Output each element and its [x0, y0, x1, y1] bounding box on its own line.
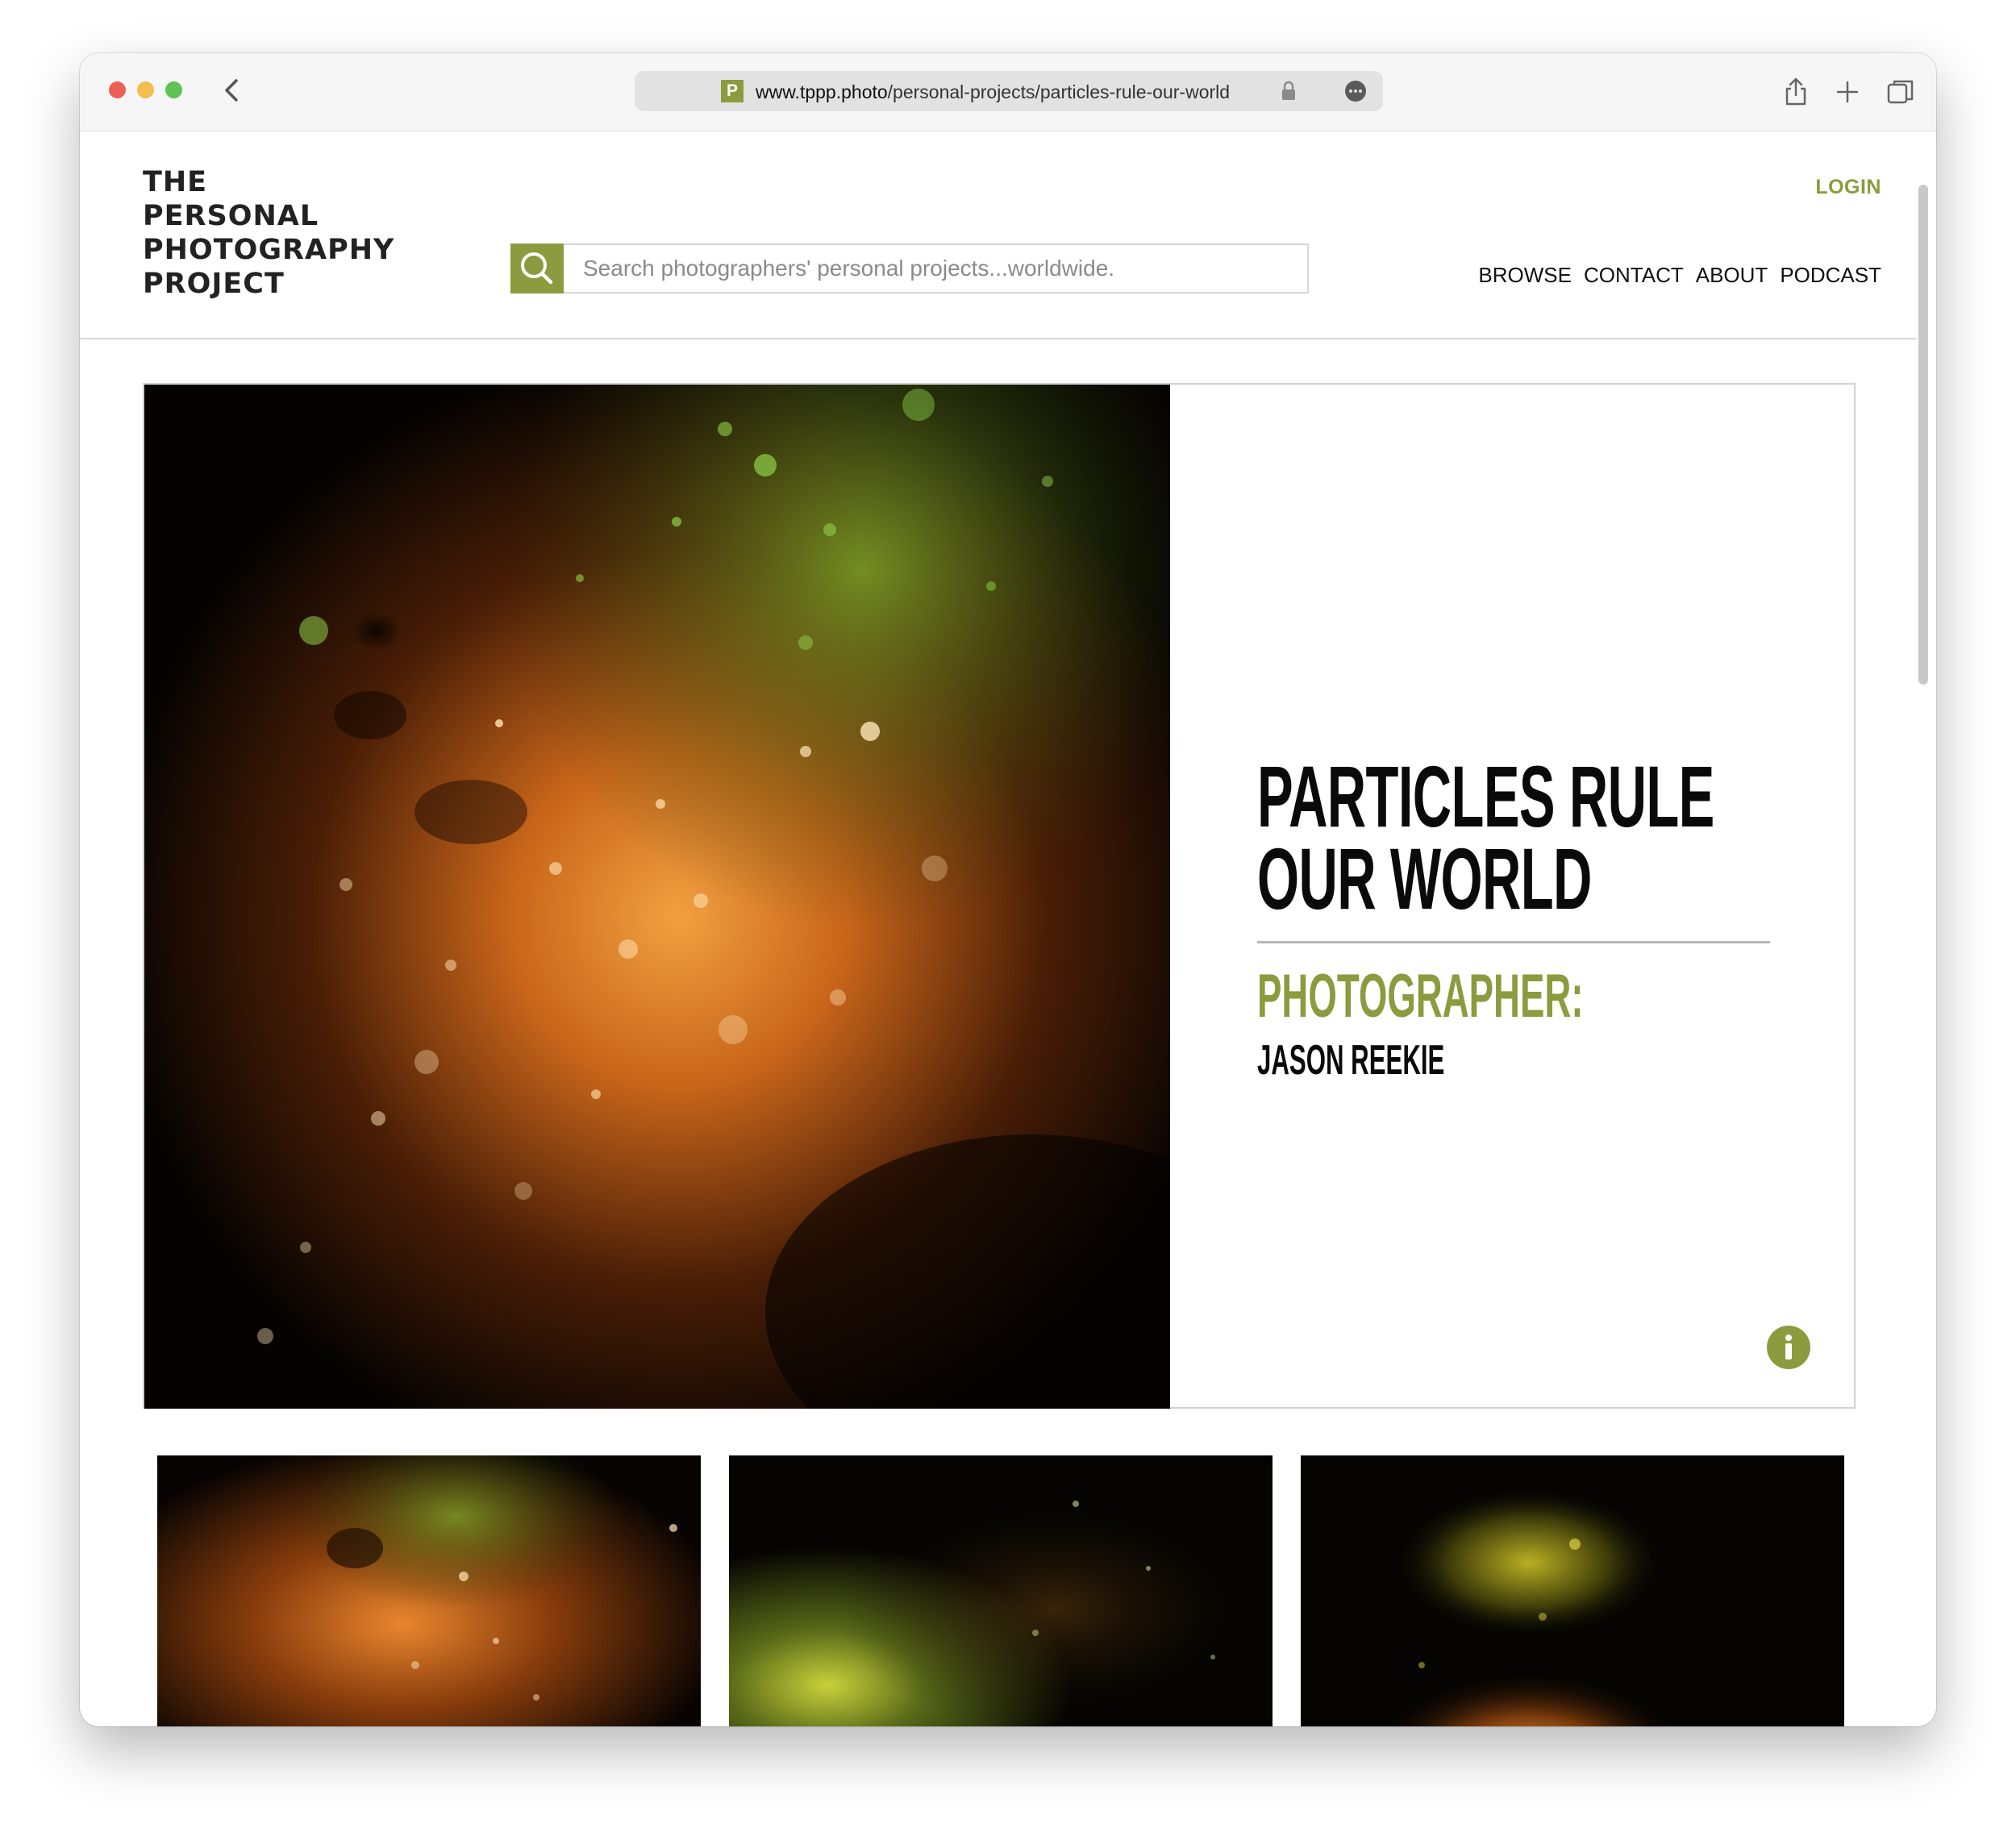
header-divider	[80, 338, 1917, 339]
nav-podcast[interactable]: PODCAST	[1780, 263, 1881, 288]
browser-window: P www.tppp.photo/personal-projects/parti…	[80, 53, 1936, 1726]
address-bar[interactable]: P www.tppp.photo/personal-projects/parti…	[635, 71, 1383, 111]
lock-icon	[1282, 81, 1295, 100]
tabs-icon[interactable]	[1885, 76, 1917, 108]
more-icon[interactable]	[1344, 80, 1367, 102]
login-link[interactable]: LOGIN	[1815, 176, 1881, 199]
web-page: THE PERSONAL PHOTOGRAPHY PROJECT LOGIN B…	[80, 131, 1936, 1726]
project-thumbnail[interactable]	[157, 1455, 701, 1726]
project-title: PARTICLES RULE OUR WORLD	[1257, 747, 1714, 927]
photographer-name[interactable]: JASON REEKIE	[1257, 1036, 1444, 1085]
site-favicon: P	[721, 80, 744, 102]
hero-photo[interactable]	[144, 385, 1170, 1409]
main-nav: BROWSE CONTACT ABOUT PODCAST	[1478, 263, 1881, 288]
info-button[interactable]	[1767, 1326, 1810, 1369]
project-thumbnail[interactable]	[1301, 1455, 1844, 1726]
browser-toolbar: P www.tppp.photo/personal-projects/parti…	[80, 53, 1936, 131]
search-icon	[521, 252, 553, 285]
url-text: www.tppp.photo/personal-projects/particl…	[756, 81, 1231, 102]
project-thumbnail[interactable]	[729, 1455, 1272, 1726]
nav-browse[interactable]: BROWSE	[1478, 263, 1572, 288]
info-icon	[1785, 1334, 1792, 1359]
minimize-window-button[interactable]	[137, 81, 154, 98]
back-chevron-icon[interactable]	[217, 74, 246, 106]
search-box	[510, 244, 1309, 294]
photographer-label: PHOTOGRAPHER:	[1257, 962, 1584, 1030]
nav-about[interactable]: ABOUT	[1696, 263, 1768, 288]
search-button[interactable]	[510, 244, 564, 294]
nav-contact[interactable]: CONTACT	[1584, 263, 1684, 288]
vertical-scrollbar[interactable]	[1918, 185, 1928, 685]
project-hero: PARTICLES RULE OUR WORLD PHOTOGRAPHER: J…	[143, 383, 1856, 1409]
close-window-button[interactable]	[109, 81, 126, 98]
share-icon[interactable]	[1780, 76, 1812, 108]
site-logo[interactable]: THE PERSONAL PHOTOGRAPHY PROJECT	[143, 165, 394, 301]
zoom-window-button[interactable]	[165, 81, 182, 98]
search-input[interactable]	[567, 245, 1293, 292]
new-tab-icon[interactable]	[1831, 76, 1864, 108]
title-rule	[1257, 941, 1770, 943]
